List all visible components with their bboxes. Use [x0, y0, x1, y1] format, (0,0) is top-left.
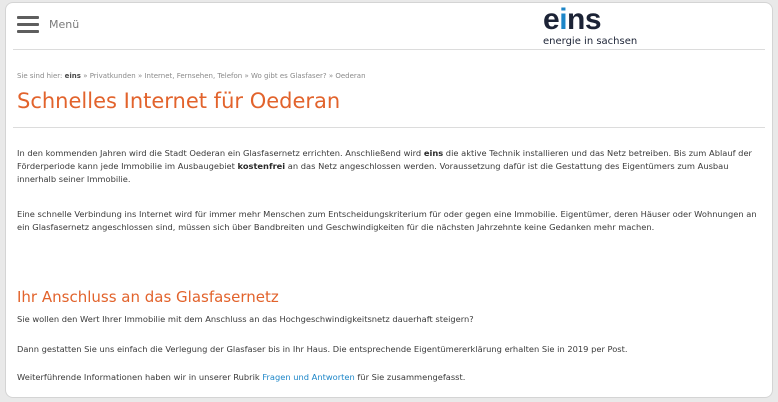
- page-title: Schnelles Internet für Oederan: [17, 89, 341, 113]
- intro-paragraph: In den kommenden Jahren wird die Stadt O…: [17, 148, 752, 184]
- breadcrumb-item-glasfaser[interactable]: » Wo gibt es Glasfaser?: [244, 72, 326, 80]
- faq-link[interactable]: Fragen und Antworten: [262, 372, 354, 382]
- permission-paragraph: Dann gestatten Sie uns einfach die Verle…: [17, 344, 628, 354]
- connectivity-paragraph: Eine schnelle Verbindung ins Internet wi…: [17, 209, 757, 232]
- logo-tagline: energie in sachsen: [543, 36, 638, 47]
- header-divider: [13, 49, 765, 50]
- site-header: Menü eins energie in sachsen: [6, 3, 772, 49]
- breadcrumb-item-home[interactable]: eins: [65, 72, 81, 80]
- breadcrumb-item-internet[interactable]: » Internet, Fernsehen, Telefon: [138, 72, 242, 80]
- eins-logo[interactable]: eins energie in sachsen: [537, 3, 677, 49]
- breadcrumb-item-current: » Oederan: [328, 72, 366, 80]
- breadcrumb: Sie sind hier: eins » Privatkunden » Int…: [17, 72, 366, 80]
- menu-label[interactable]: Menü: [49, 18, 79, 31]
- faq-paragraph: Weiterführende Informationen haben wir i…: [17, 372, 466, 382]
- page-frame: Menü eins energie in sachsen Sie sind hi…: [5, 2, 773, 398]
- breadcrumb-item-privatkunden[interactable]: » Privatkunden: [83, 72, 136, 80]
- breadcrumb-prefix: Sie sind hier:: [17, 72, 63, 80]
- logo-wordmark: eins: [543, 3, 602, 36]
- hamburger-menu-icon[interactable]: [17, 16, 39, 33]
- section-title: Ihr Anschluss an das Glasfasernetz: [17, 288, 279, 306]
- value-paragraph: Sie wollen den Wert Ihrer Immobilie mit …: [17, 314, 474, 324]
- title-divider: [13, 127, 765, 128]
